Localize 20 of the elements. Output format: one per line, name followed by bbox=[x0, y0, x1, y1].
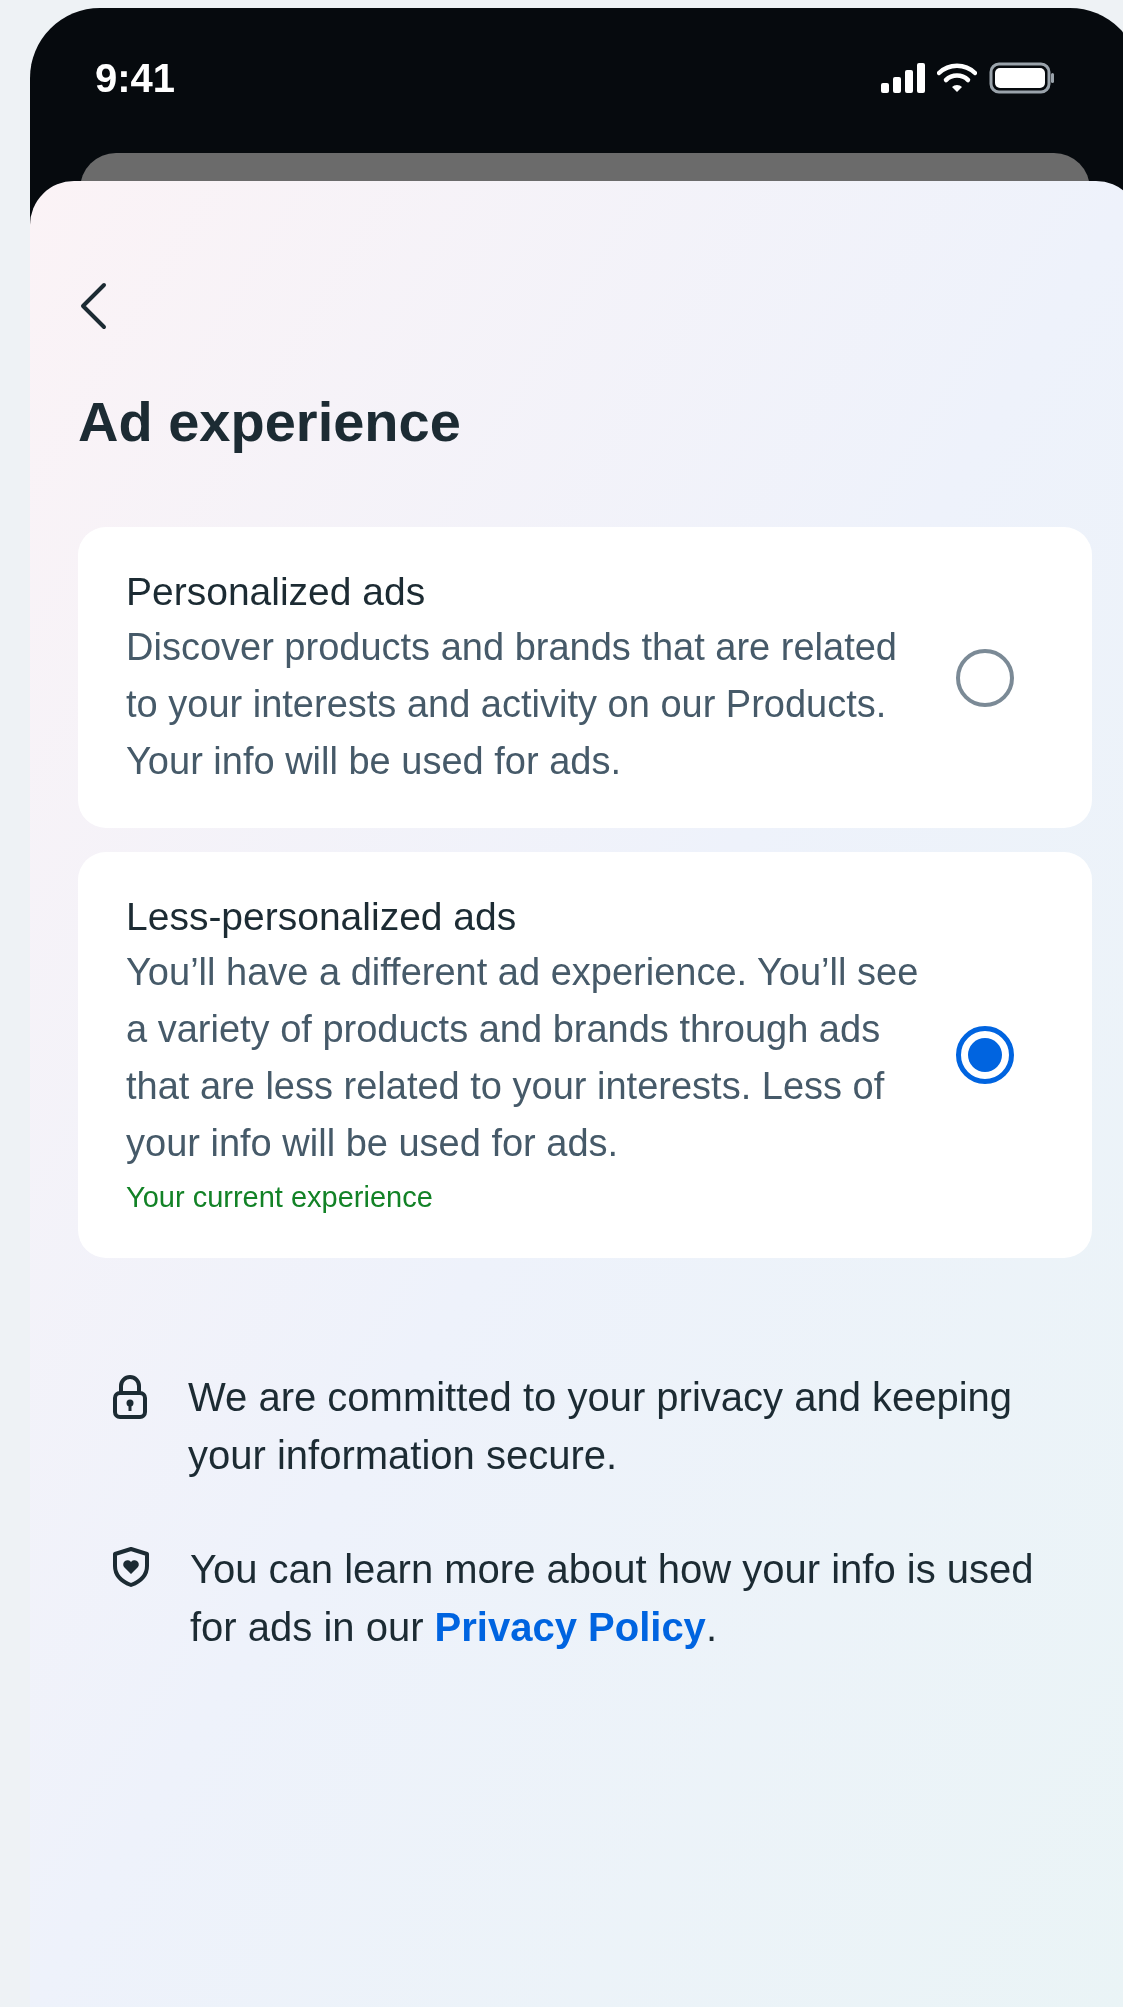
status-time: 9:41 bbox=[95, 55, 176, 102]
info-text: We are committed to your privacy and keeping your information secure. bbox=[188, 1374, 1014, 1479]
option-title: Personalized ads bbox=[126, 569, 427, 615]
back-icon bbox=[78, 281, 108, 331]
page-title: Ad experience bbox=[78, 389, 462, 455]
battery-icon bbox=[989, 62, 1055, 94]
current-experience-label: Your current experience bbox=[126, 1180, 434, 1215]
privacy-policy-link[interactable]: Privacy Policy bbox=[434, 1605, 706, 1649]
option-description: Discover products and brands that are related to your interests and activity on our Products. Your info will be used for ads. bbox=[126, 625, 898, 784]
ad-option-card[interactable] bbox=[78, 852, 1092, 1258]
radio-button[interactable] bbox=[956, 648, 1014, 707]
shield-icon bbox=[112, 1546, 150, 1588]
option-description: You’ll have a different ad experience. You’ll see a variety of products and brands through ads that are less related to your interests. Less of your info will be used for ads. bbox=[126, 950, 920, 1166]
option-title: Less-personalized ads bbox=[126, 894, 518, 940]
lock-icon bbox=[112, 1374, 148, 1420]
info-text: You can learn more about how your info is used for ads in our Privacy Policy. bbox=[190, 1546, 1035, 1651]
signal-icon bbox=[881, 63, 925, 93]
ad-option-card[interactable]: Personalized ads Discover products and brands that are related to your interests and activity on our Products. Your info will be used for ads. bbox=[78, 527, 1092, 828]
wifi-icon bbox=[937, 63, 977, 93]
radio-button[interactable] bbox=[956, 1026, 1014, 1084]
